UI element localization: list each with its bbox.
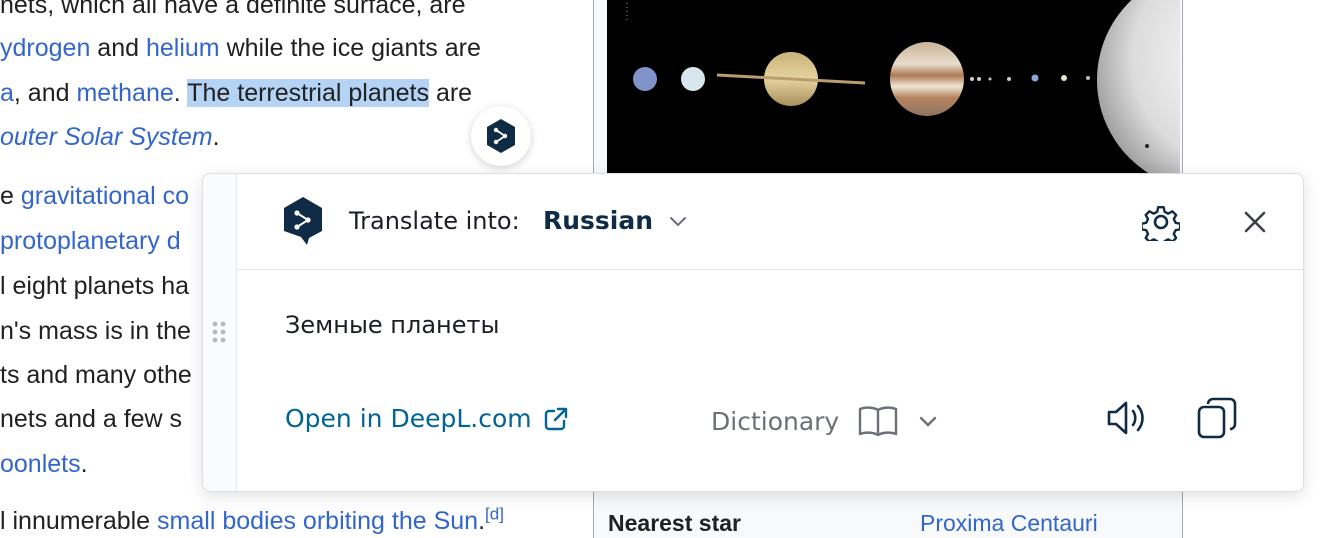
article-text-run: nets, which all have a definite surface,… — [0, 0, 466, 19]
article-line: l eight planets ha — [0, 271, 189, 301]
article-link[interactable]: gravitational co — [21, 182, 189, 210]
deepl-logo-icon — [284, 197, 322, 245]
article-link[interactable]: a — [0, 79, 14, 107]
article-text-run: . — [80, 450, 88, 478]
article-text-run: l eight planets ha — [0, 272, 190, 300]
article-line: protoplanetary d — [0, 226, 181, 256]
article-text-run: . — [173, 79, 188, 107]
article-line: nets, which all have a definite surface,… — [0, 0, 466, 20]
book-icon[interactable] — [857, 404, 899, 438]
article-text-run: . — [212, 123, 220, 151]
deepl-logo-icon — [487, 119, 515, 153]
close-icon[interactable] — [1240, 207, 1270, 237]
nearest-star-label: Nearest star — [608, 510, 741, 536]
dictionary-toggle[interactable]: Dictionary — [711, 404, 939, 438]
open-in-deepl-label[interactable]: Open in DeepL.com — [285, 404, 532, 433]
target-language-select[interactable]: Russian — [543, 206, 653, 235]
popup-header: Translate into: Russian — [237, 174, 1303, 270]
speaker-icon[interactable] — [1105, 396, 1149, 440]
copy-icon[interactable] — [1195, 396, 1239, 440]
deepl-trigger-button[interactable] — [471, 106, 531, 166]
article-link[interactable]: outer Solar System — [0, 123, 213, 151]
article-text-run: are — [429, 79, 473, 107]
drag-column[interactable] — [203, 174, 237, 491]
chevron-down-icon[interactable] — [667, 210, 689, 232]
dictionary-label[interactable]: Dictionary — [711, 407, 839, 436]
article-line: l innumerable small bodies orbiting the … — [0, 506, 504, 534]
solar-system-image[interactable] — [607, 0, 1180, 174]
article-line: a, and methane. The terrestrial planets … — [0, 78, 472, 108]
article-line: ydrogen and helium while the ice giants … — [0, 33, 481, 63]
drag-handle-icon[interactable] — [211, 320, 227, 344]
article-line: nets and a few s — [0, 404, 182, 434]
article-link[interactable]: helium — [146, 34, 220, 62]
article-text-run: . — [478, 507, 486, 534]
article-line: n's mass is in the — [0, 316, 191, 346]
article-text-run: l innumerable — [0, 507, 158, 534]
article-text-run: and — [90, 34, 146, 62]
article-text-run: , and — [13, 79, 77, 107]
article-text-run: while the ice giants are — [219, 34, 481, 62]
article-text-run: ts and many othe — [0, 361, 192, 389]
selected-text: The terrestrial planets — [187, 79, 429, 107]
open-in-deepl-link[interactable]: Open in DeepL.com — [285, 404, 570, 433]
article-line: e gravitational co — [0, 181, 189, 211]
translate-into-label: Translate into: — [349, 207, 520, 235]
article-link[interactable]: protoplanetary d — [0, 227, 181, 255]
article-text-run: n's mass is in the — [0, 317, 191, 345]
article-line: ts and many othe — [0, 360, 192, 390]
article-link[interactable]: oonlets — [0, 450, 81, 478]
article-line: outer Solar System. — [0, 122, 220, 152]
chevron-down-icon[interactable] — [917, 410, 939, 432]
external-link-icon[interactable] — [542, 405, 570, 433]
deepl-popup: Translate into: Russian Земные планеты O… — [202, 173, 1304, 492]
gear-icon[interactable] — [1142, 203, 1180, 241]
translation-result: Земные планеты — [285, 311, 500, 339]
article-link[interactable]: small bodies orbiting the Sun — [157, 507, 478, 534]
article-text-run: nets and a few s — [0, 405, 183, 433]
article-link[interactable]: ydrogen — [0, 34, 90, 62]
proxima-centauri-link[interactable]: Proxima Centauri — [920, 510, 1098, 537]
article-link[interactable]: methane — [76, 79, 173, 107]
article-link[interactable]: [d] — [485, 505, 504, 524]
article-text-run: e — [0, 182, 21, 210]
article-line: oonlets. — [0, 449, 88, 479]
